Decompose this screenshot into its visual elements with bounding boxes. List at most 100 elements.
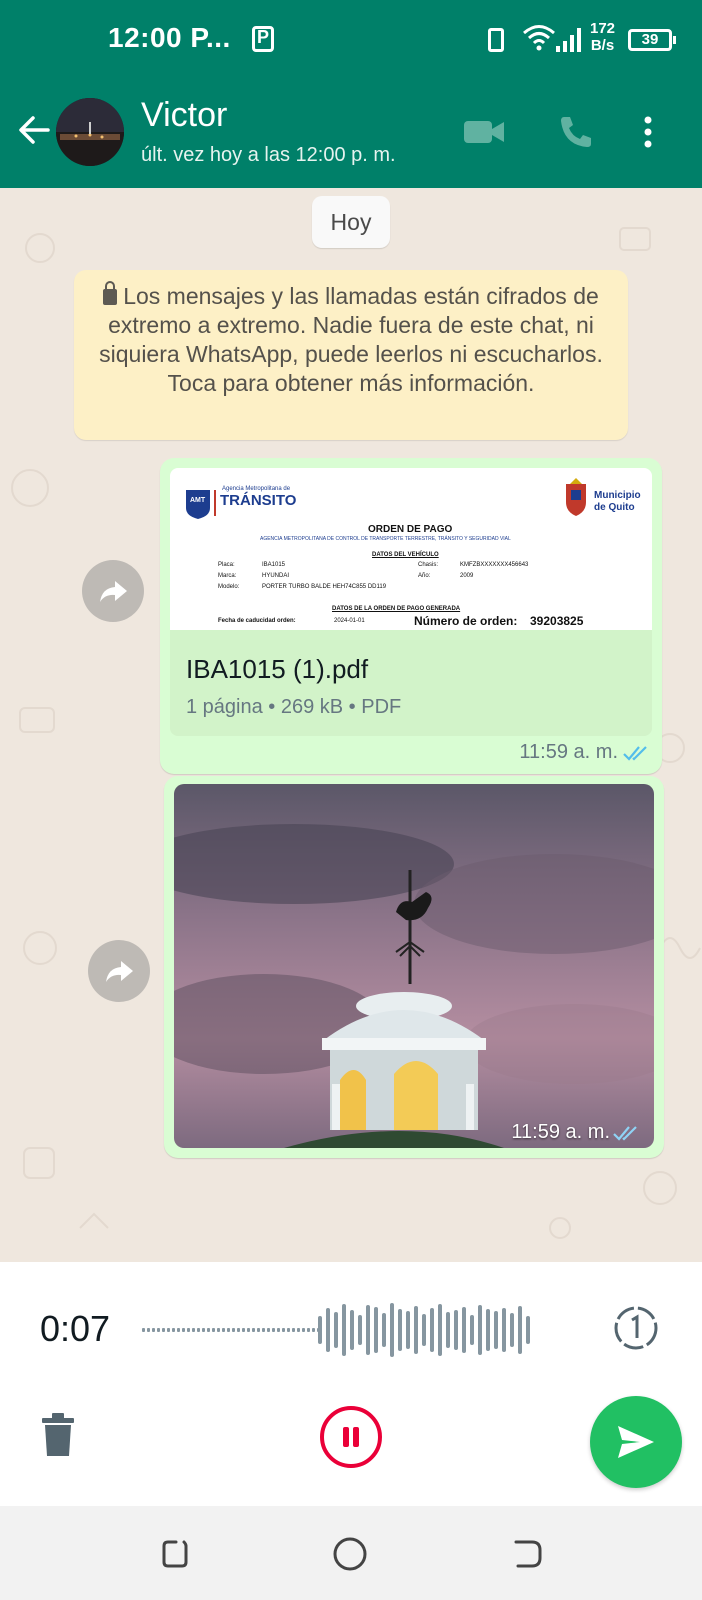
pdf-marca-label: Marca: — [218, 573, 237, 579]
waveform-bar — [342, 1304, 346, 1356]
home-icon[interactable] — [330, 1534, 370, 1574]
waveform-bar — [382, 1313, 386, 1347]
waveform-dot — [302, 1328, 305, 1332]
avatar-photo — [56, 98, 124, 166]
battery-icon: 39 — [628, 29, 676, 51]
view-once-icon[interactable] — [612, 1304, 660, 1352]
waveform-bar — [462, 1307, 466, 1353]
waveform-bar — [334, 1312, 338, 1348]
pdf-section-order: DATOS DE LA ORDEN DE PAGO GENERADA — [332, 606, 461, 612]
image-message[interactable]: 11:59 a. m. — [164, 776, 664, 1158]
vibrate-icon — [488, 28, 504, 52]
recording-elapsed-time: 0:07 — [40, 1308, 111, 1349]
message-time: 11:59 a. m. — [511, 1121, 610, 1143]
pdf-preview[interactable]: AMT Agencia Metropolitana de TRÁNSITO Mu… — [170, 468, 652, 630]
contact-name[interactable]: Victor — [141, 96, 227, 135]
recents-icon[interactable] — [156, 1534, 196, 1574]
waveform-dot — [192, 1328, 195, 1332]
more-options-icon[interactable] — [636, 112, 660, 152]
svg-text:AMT: AMT — [190, 497, 206, 504]
waveform-dot — [152, 1328, 155, 1332]
waveform-dot — [147, 1328, 150, 1332]
waveform-bar — [470, 1315, 474, 1345]
waveform-dot — [207, 1328, 210, 1332]
waveform-dot — [157, 1328, 160, 1332]
photo-image — [174, 784, 654, 1148]
waveform-dot — [247, 1328, 250, 1332]
net-rate-value: 172 — [590, 20, 616, 37]
avatar[interactable] — [56, 98, 124, 166]
waveform-dot — [242, 1328, 245, 1332]
pdf-marca: HYUNDAI — [262, 573, 290, 579]
waveform-dot — [227, 1328, 230, 1332]
signal-icon — [556, 26, 586, 52]
chat-area[interactable]: Hoy Los mensajes y las llamadas están ci… — [0, 188, 702, 1262]
waveform-bar — [446, 1312, 450, 1348]
waveform-dot — [217, 1328, 220, 1332]
pdf-modelo: PORTER TURBO BALDE HEH74C855 DD119 — [262, 584, 387, 590]
pdf-placa: IBA1015 — [262, 562, 286, 568]
waveform-dot — [212, 1328, 215, 1332]
p-app-icon — [252, 26, 274, 52]
waveform-dot — [197, 1328, 200, 1332]
waveform-dot — [237, 1328, 240, 1332]
read-ticks-icon — [623, 746, 647, 761]
message-time: 11:59 a. m. — [519, 741, 618, 763]
pdf-modelo-label: Modelo: — [218, 584, 240, 590]
forward-button[interactable] — [82, 560, 144, 622]
net-rate-unit: B/s — [590, 37, 615, 54]
waveform-dot — [167, 1328, 170, 1332]
waveform — [142, 1303, 530, 1357]
waveform-bar — [518, 1306, 522, 1354]
waveform-bar — [526, 1316, 530, 1344]
agency-big: TRÁNSITO — [220, 492, 297, 509]
waveform-bar — [430, 1308, 434, 1352]
forward-button[interactable] — [88, 940, 150, 1002]
app-header: 12:00 P... 172 B/s 39 Vict — [0, 0, 702, 188]
pdf-anio-label: Año: — [418, 573, 431, 579]
trash-icon[interactable] — [40, 1412, 76, 1458]
waveform-dot — [202, 1328, 205, 1332]
waveform-bar — [414, 1306, 418, 1354]
waveform-dot — [162, 1328, 165, 1332]
waveform-dot — [312, 1328, 315, 1332]
waveform-bar — [326, 1308, 330, 1352]
last-seen-status: últ. vez hoy a las 12:00 p. m. — [141, 144, 396, 166]
pdf-anio: 2009 — [460, 573, 474, 579]
pdf-caducidad-label: Fecha de caducidad orden: — [218, 618, 296, 624]
pdf-caducidad: 2024-01-01 — [334, 618, 365, 624]
lock-icon — [103, 281, 118, 305]
waveform-dot — [272, 1328, 275, 1332]
waveform-bar — [510, 1313, 514, 1347]
net-rate: 172 B/s — [590, 20, 615, 54]
waveform-dot — [262, 1328, 265, 1332]
video-call-icon[interactable] — [462, 112, 506, 152]
forward-icon — [100, 581, 127, 602]
back-arrow-icon[interactable] — [14, 110, 54, 150]
waveform-dot — [287, 1328, 290, 1332]
waveform-dot — [297, 1328, 300, 1332]
waveform-dot — [282, 1328, 285, 1332]
voice-recorder-panel: 0:07 — [0, 1262, 702, 1506]
document-meta: 1 página • 269 kB • PDF — [186, 696, 402, 718]
document-info[interactable]: IBA1015 (1).pdf 1 página • 269 kB • PDF — [170, 630, 652, 736]
waveform-bar — [390, 1303, 394, 1357]
pause-icon[interactable] — [320, 1406, 382, 1468]
encryption-text: Los mensajes y las llamadas están cifrad… — [99, 283, 603, 396]
waveform-dot — [232, 1328, 235, 1332]
waveform-bar — [478, 1305, 482, 1355]
waveform-dot — [292, 1328, 295, 1332]
pdf-title: ORDEN DE PAGO — [368, 524, 453, 535]
waveform-dot — [177, 1328, 180, 1332]
send-button[interactable] — [590, 1396, 682, 1488]
pdf-section-vehicle: DATOS DEL VEHÍCULO — [372, 552, 439, 558]
pdf-placa-label: Placa: — [218, 562, 235, 568]
document-message[interactable]: AMT Agencia Metropolitana de TRÁNSITO Mu… — [160, 458, 662, 774]
weathervane-dome-photo[interactable] — [174, 784, 654, 1148]
voice-call-icon[interactable] — [554, 112, 598, 152]
back-icon[interactable] — [508, 1534, 548, 1574]
encryption-notice[interactable]: Los mensajes y las llamadas están cifrad… — [74, 270, 628, 440]
waveform-bar — [398, 1309, 402, 1351]
read-ticks-icon — [613, 1126, 637, 1141]
waveform-dot — [187, 1328, 190, 1332]
